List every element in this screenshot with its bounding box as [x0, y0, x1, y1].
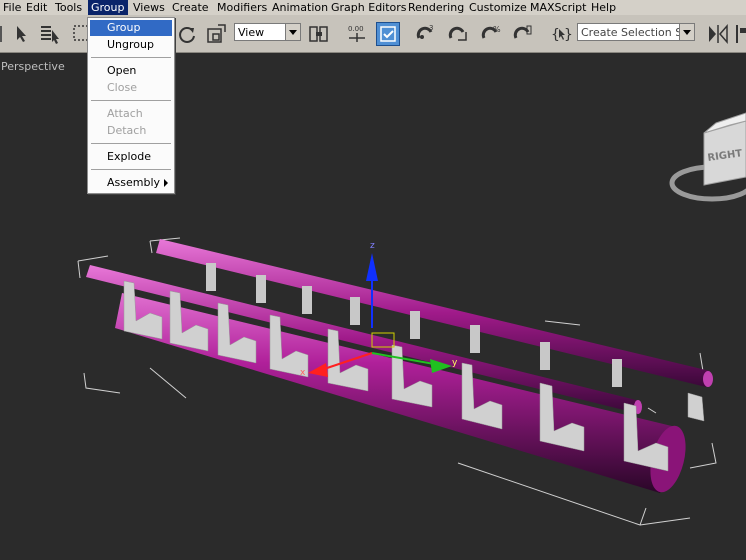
- menu-customize[interactable]: Customize: [466, 0, 530, 15]
- menu-separator: [91, 100, 171, 101]
- menu-create[interactable]: Create: [169, 0, 212, 15]
- svg-text:0.00: 0.00: [348, 25, 364, 33]
- menu-item-open[interactable]: Open: [90, 63, 172, 79]
- svg-text:}: }: [564, 27, 573, 43]
- select-and-link-icon[interactable]: 0.00: [345, 22, 369, 46]
- axis-x-label: x: [300, 368, 306, 378]
- menu-graph-editors[interactable]: Graph Editors: [328, 0, 410, 15]
- menu-separator: [91, 57, 171, 58]
- spinner-snap-icon[interactable]: [511, 22, 535, 46]
- menu-item-attach: Attach: [107, 107, 143, 120]
- submenu-arrow-icon: [164, 179, 168, 187]
- menu-edit[interactable]: Edit: [23, 0, 50, 15]
- axis-y-label: y: [452, 358, 458, 368]
- menu-separator: [91, 143, 171, 144]
- reference-coord-select[interactable]: View: [234, 23, 301, 41]
- scale-icon[interactable]: [205, 22, 229, 46]
- svg-text:{: {: [551, 27, 560, 43]
- menu-maxscript[interactable]: MAXScript: [527, 0, 589, 15]
- menu-item-assembly-label: Assembly: [107, 176, 161, 189]
- viewcube[interactable]: RIGHT: [669, 112, 746, 202]
- menu-rendering[interactable]: Rendering: [405, 0, 467, 15]
- menu-item-group[interactable]: Group: [90, 20, 172, 36]
- angle-snap-icon[interactable]: [446, 22, 470, 46]
- menu-views[interactable]: Views: [130, 0, 168, 15]
- keyboard-shortcut-override-icon[interactable]: [376, 22, 400, 46]
- named-selection-set-value: Create Selection Se: [581, 26, 689, 39]
- percent-snap-icon[interactable]: %: [479, 22, 503, 46]
- chevron-down-icon[interactable]: [679, 24, 694, 40]
- select-by-name-icon[interactable]: [38, 22, 62, 46]
- menu-animation[interactable]: Animation: [269, 0, 331, 15]
- menu-modifiers[interactable]: Modifiers: [214, 0, 270, 15]
- menu-tools[interactable]: Tools: [52, 0, 85, 15]
- align-icon[interactable]: [732, 22, 746, 46]
- menu-item-close: Close: [107, 81, 137, 94]
- group-dropdown-menu: Group Ungroup Open Close Attach Detach E…: [87, 17, 175, 194]
- svg-text:3: 3: [429, 24, 433, 32]
- menu-file[interactable]: File: [0, 0, 24, 15]
- menu-group[interactable]: Group: [88, 0, 128, 15]
- reference-coord-value: View: [238, 26, 265, 39]
- named-selection-set-select[interactable]: Create Selection Se: [577, 23, 695, 41]
- menu-item-ungroup[interactable]: Ungroup: [90, 37, 172, 53]
- svg-text:%: %: [493, 25, 501, 34]
- chevron-down-icon[interactable]: [285, 24, 300, 40]
- menu-item-explode[interactable]: Explode: [90, 149, 172, 165]
- edit-named-selection-icon[interactable]: {}: [549, 22, 573, 46]
- rotate-icon[interactable]: [175, 22, 199, 46]
- menu-bar: File Edit Tools Group Views Create Modif…: [0, 0, 746, 15]
- select-object-icon[interactable]: [10, 22, 34, 46]
- menu-item-assembly[interactable]: Assembly: [90, 175, 172, 191]
- menu-help[interactable]: Help: [588, 0, 619, 15]
- mirror-icon[interactable]: [706, 22, 730, 46]
- menu-item-detach: Detach: [107, 124, 147, 137]
- axis-z-label: z: [370, 241, 375, 251]
- snap-toggle-icon[interactable]: 3: [414, 22, 438, 46]
- menu-separator: [91, 169, 171, 170]
- pivot-center-icon[interactable]: [307, 22, 331, 46]
